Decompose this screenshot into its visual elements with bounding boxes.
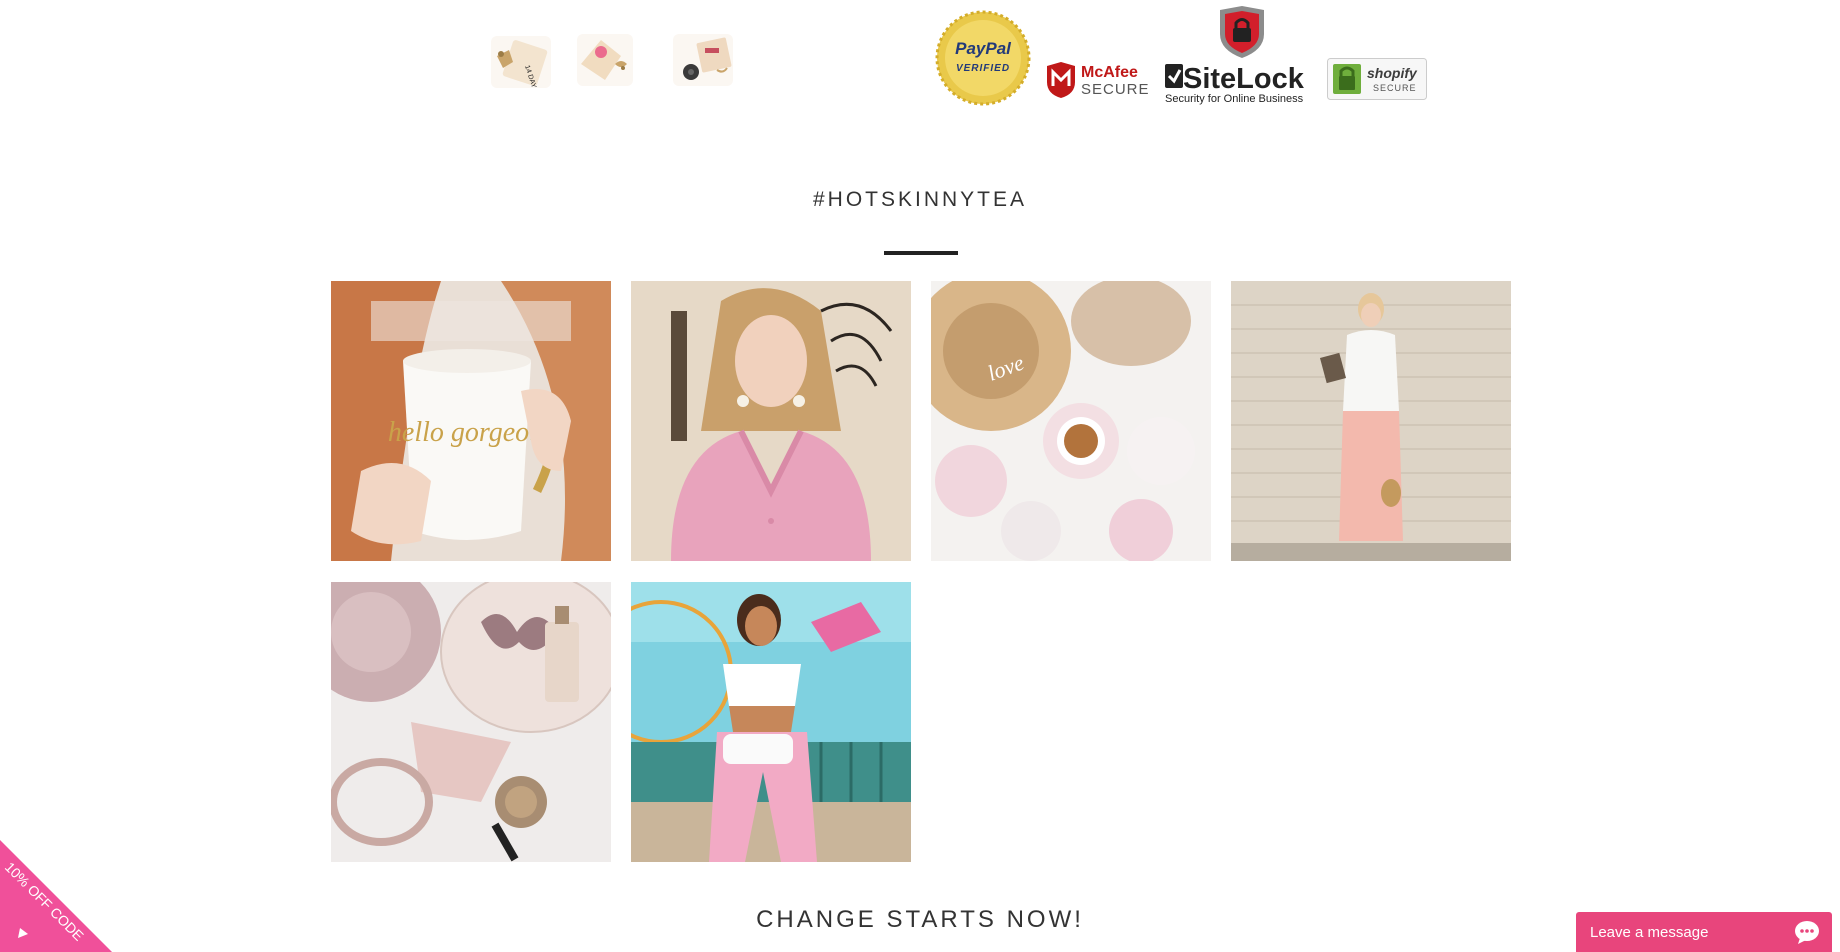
instagram-photo-tea-flatlay[interactable]: love	[931, 281, 1211, 561]
chat-bubble-icon	[1794, 920, 1820, 949]
product-thumb-kettle-set[interactable]	[673, 34, 733, 86]
mcafee-secure-label: SECURE	[1081, 81, 1150, 98]
shopify-secure-label: SECURE	[1373, 83, 1417, 93]
product-thumb-detox-bag[interactable]: 14 DAY DETOX	[491, 36, 551, 88]
trust-badges: PayPal VERIFIED McAfee SECURE SiteLock S…	[935, 0, 1430, 110]
instagram-photo-perfume-flatlay[interactable]	[331, 582, 611, 862]
shopify-label: shopify	[1367, 65, 1418, 81]
cta-heading: CHANGE STARTS NOW!	[756, 906, 1084, 933]
discount-code-tab[interactable]: 10% OFF CODE	[0, 840, 112, 952]
shopify-secure-badge[interactable]: shopify SECURE	[1327, 58, 1427, 105]
instagram-photo-brick-wall[interactable]	[1231, 281, 1511, 561]
instagram-gallery: hello gorgeous love	[331, 281, 1513, 864]
instagram-photo-mug[interactable]: hello gorgeous	[331, 281, 611, 561]
chat-widget[interactable]: Leave a message	[1576, 912, 1832, 952]
instagram-photo-pink-cardigan[interactable]	[631, 281, 911, 561]
instagram-photo-boardwalk[interactable]	[631, 582, 911, 862]
sitelock-badge[interactable]: SiteLock Security for Online Business	[1165, 6, 1319, 111]
sitelock-tagline: Security for Online Business	[1165, 93, 1304, 105]
mcafee-secure-badge[interactable]: McAfee SECURE	[1045, 60, 1151, 105]
instagram-section-title: #HOTSKINNYTEA	[812, 188, 1028, 211]
mcafee-label: McAfee	[1081, 64, 1138, 81]
chat-widget-label: Leave a message	[1590, 924, 1709, 941]
paypal-verified-label: VERIFIED	[956, 63, 1010, 74]
sitelock-label: SiteLock	[1183, 63, 1305, 95]
paypal-verified-badge[interactable]: PayPal VERIFIED	[935, 10, 1031, 111]
product-thumb-tea-pouch[interactable]	[577, 34, 633, 86]
title-underline	[884, 251, 958, 255]
paypal-label: PayPal	[955, 39, 1012, 58]
product-thumbnails: 14 DAY DETOX	[485, 28, 735, 88]
